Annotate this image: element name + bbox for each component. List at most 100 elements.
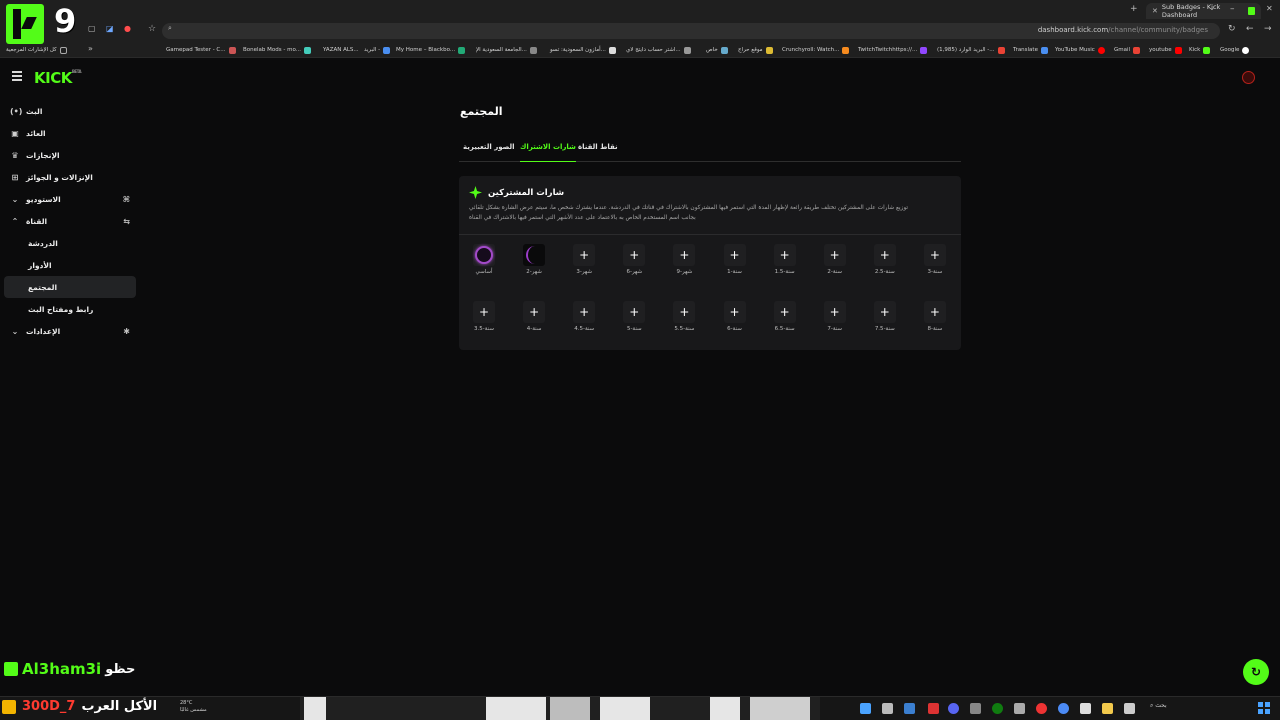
badge-slot[interactable]: شهر-2 xyxy=(519,244,549,275)
bookmark-item[interactable]: youtube xyxy=(1149,45,1182,55)
badge-ring-icon[interactable] xyxy=(473,244,495,266)
taskbar-search[interactable]: بحث ⌕ xyxy=(1150,702,1167,710)
add-badge-icon[interactable]: + xyxy=(573,301,596,323)
bookmark-item[interactable]: (1,985) البريد الوارد -... xyxy=(937,45,1005,55)
badge-slot[interactable]: + سنة-3.5 xyxy=(469,301,499,332)
add-badge-icon[interactable]: + xyxy=(723,301,746,323)
double-chevron-icon[interactable]: » xyxy=(88,44,93,53)
app-icon[interactable] xyxy=(1080,703,1091,714)
sidebar-item-broadcast[interactable]: (•) البث xyxy=(4,100,136,122)
bookmark-item[interactable]: موقع حراج xyxy=(738,45,773,55)
sidebar-item-community[interactable]: المجتمع xyxy=(4,276,136,298)
tab-channel-points[interactable]: نقاط القناة xyxy=(578,143,618,162)
app-icon[interactable] xyxy=(904,703,915,714)
reload-icon[interactable]: ↻ xyxy=(1228,24,1236,34)
sidebar-item-roles[interactable]: الأدوار xyxy=(4,254,136,276)
bookmark-item[interactable]: خاص xyxy=(706,45,728,55)
add-badge-icon[interactable]: + xyxy=(773,301,796,323)
sidebar-item-drops[interactable]: ⊞ الإنزالات و الجوائز xyxy=(4,166,136,188)
sidebar-item-revenue[interactable]: ▣ العائد xyxy=(4,122,136,144)
all-bookmarks-folder[interactable]: كل الإشارات المرجعية xyxy=(6,45,67,55)
bookmark-item[interactable]: اشتر حساب دايتج لاي... xyxy=(626,45,691,55)
badge-slot[interactable]: + شهر-3 xyxy=(569,244,599,275)
badge-slot[interactable]: + سنة-2 xyxy=(820,244,850,275)
bookmark-item[interactable]: TwitchTwitchhttps://... xyxy=(858,45,928,55)
xbox-icon[interactable] xyxy=(992,703,1003,714)
back-icon[interactable]: ← xyxy=(1246,24,1254,34)
sidebar-item-achievements[interactable]: ♛ الإنجازات xyxy=(4,144,136,166)
weather-widget[interactable]: 28°C مشمس غالبًا xyxy=(180,700,207,714)
badge-moon-icon[interactable] xyxy=(523,244,546,266)
app-icon[interactable] xyxy=(970,703,981,714)
url-input[interactable]: ⌕ dashboard.kick.com/channel/community/b… xyxy=(162,23,1220,39)
kick-logo[interactable]: KICKBETA xyxy=(34,69,82,87)
new-tab-icon[interactable]: + xyxy=(1130,4,1138,14)
badge-slot[interactable]: + سنة-7 xyxy=(820,301,850,332)
add-badge-icon[interactable]: + xyxy=(823,244,846,266)
forward-icon[interactable]: → xyxy=(1264,24,1272,34)
badge-slot[interactable]: + سنة-1 xyxy=(720,244,750,275)
app-icon[interactable] xyxy=(1124,703,1135,714)
chat-button[interactable]: ↻ xyxy=(1243,659,1269,685)
badge-slot[interactable]: + سنة-6.5 xyxy=(770,301,800,332)
record-icon[interactable]: ● xyxy=(124,24,131,33)
app-icon[interactable] xyxy=(882,703,893,714)
add-badge-icon[interactable]: + xyxy=(673,301,696,323)
add-badge-icon[interactable]: + xyxy=(823,301,846,323)
add-badge-icon[interactable]: + xyxy=(873,244,896,266)
add-badge-icon[interactable]: + xyxy=(673,244,696,266)
folder-icon[interactable] xyxy=(1102,703,1113,714)
bookmark-item[interactable]: البريد - xyxy=(364,45,391,55)
windows-start-icon[interactable] xyxy=(1258,702,1270,714)
badge-slot[interactable]: + سنة-8 xyxy=(920,301,950,332)
extensions-icon[interactable]: ▢ xyxy=(88,24,96,33)
bookmark-item[interactable]: My Home – Blackbo... xyxy=(396,45,466,55)
bookmark-item[interactable]: Translate xyxy=(1013,45,1048,55)
tab-sub-badges[interactable]: شارات الاشتراك xyxy=(520,143,576,162)
screenshot-icon[interactable]: ◪ xyxy=(106,24,114,33)
menu-icon[interactable] xyxy=(12,71,22,81)
bookmark-item[interactable]: YAZAN ALS... xyxy=(323,45,359,55)
badge-slot[interactable]: + سنة-1.5 xyxy=(770,244,800,275)
add-badge-icon[interactable]: + xyxy=(623,301,646,323)
badge-slot[interactable]: + سنة-5.5 xyxy=(669,301,699,332)
tab-emotes[interactable]: الصور التعبيرية xyxy=(463,143,515,162)
bookmark-item[interactable]: الجامعة السعودية الإ... xyxy=(476,45,537,55)
badge-slot[interactable]: + سنة-3 xyxy=(920,244,950,275)
minimize-icon[interactable]: – xyxy=(1230,4,1235,14)
steam-icon[interactable] xyxy=(860,703,871,714)
sidebar-item-studio[interactable]: ⌄ الاستوديو ⌘ xyxy=(4,188,136,210)
badge-slot[interactable]: + سنة-4.5 xyxy=(569,301,599,332)
add-badge-icon[interactable]: + xyxy=(873,301,896,323)
close-tab-icon[interactable]: ✕ xyxy=(1152,7,1158,15)
browser-tab-active[interactable]: ✕ Sub Badges - Kick Dashboard xyxy=(1146,3,1261,19)
close-window-icon[interactable]: ✕ xyxy=(1266,4,1273,13)
add-badge-icon[interactable]: + xyxy=(573,244,596,266)
badge-slot[interactable]: أساسي xyxy=(469,244,499,275)
chrome-icon[interactable] xyxy=(1058,703,1069,714)
badge-slot[interactable]: + شهر-6 xyxy=(619,244,649,275)
badge-slot[interactable]: + سنة-5 xyxy=(619,301,649,332)
bookmark-item[interactable]: Gmail xyxy=(1114,45,1141,55)
app-icon[interactable] xyxy=(1036,703,1047,714)
sidebar-item-stream-key[interactable]: رابط ومفتاح البث xyxy=(4,298,136,320)
discord-icon[interactable] xyxy=(948,703,959,714)
add-badge-icon[interactable]: + xyxy=(923,244,946,266)
sidebar-item-chat[interactable]: الدردشة xyxy=(4,232,136,254)
add-badge-icon[interactable]: + xyxy=(723,244,746,266)
sidebar-item-channel[interactable]: ⌃ القناة ⇆ xyxy=(4,210,136,232)
app-icon[interactable] xyxy=(928,703,939,714)
badge-slot[interactable]: + سنة-6 xyxy=(720,301,750,332)
bookmark-star-icon[interactable]: ☆ xyxy=(148,24,156,34)
avatar[interactable] xyxy=(1242,71,1255,84)
chevron-down-icon[interactable]: ⌄ xyxy=(1209,4,1215,12)
badge-slot[interactable]: + سنة-7.5 xyxy=(870,301,900,332)
badge-slot[interactable]: + سنة-2.5 xyxy=(870,244,900,275)
bookmark-item[interactable]: Kick xyxy=(1189,45,1211,55)
add-badge-icon[interactable]: + xyxy=(923,301,946,323)
badge-slot[interactable]: + سنة-4 xyxy=(519,301,549,332)
sidebar-item-settings[interactable]: ⌄ الإعدادات ✱ xyxy=(4,320,136,342)
bookmark-item[interactable]: Crunchyroll: Watch... xyxy=(782,45,850,55)
add-badge-icon[interactable]: + xyxy=(623,244,646,266)
bookmark-item[interactable]: أمازون السعودية: تسو... xyxy=(550,45,616,55)
